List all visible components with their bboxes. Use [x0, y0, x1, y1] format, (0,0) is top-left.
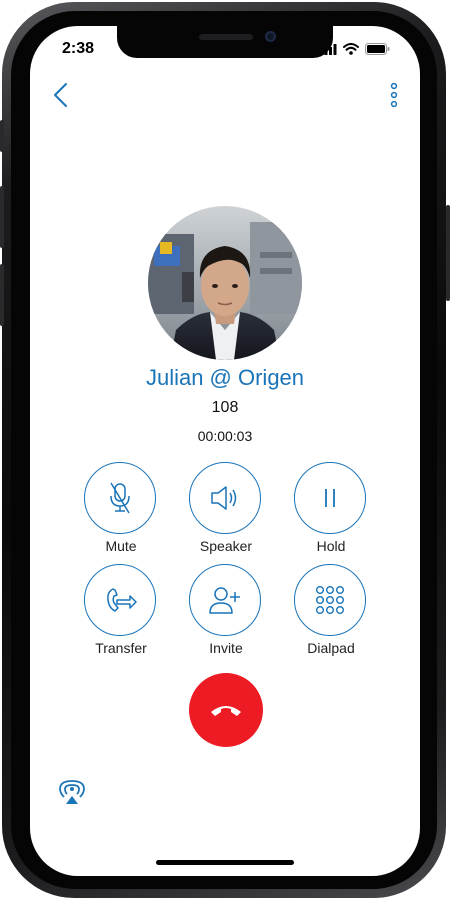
- dialpad-button-circle: [294, 564, 366, 636]
- pause-icon: [325, 489, 335, 507]
- power-button: [446, 205, 450, 301]
- mute-button-circle: [84, 462, 156, 534]
- speaker-button[interactable]: Speaker: [174, 462, 278, 562]
- front-camera: [265, 31, 276, 42]
- transfer-button[interactable]: Transfer: [69, 564, 173, 664]
- mic-off-icon: [110, 482, 130, 514]
- dialpad-icon: [316, 586, 345, 615]
- notch: [117, 26, 333, 58]
- mute-switch: [0, 120, 4, 152]
- battery-icon: [365, 43, 390, 55]
- transfer-label: Transfer: [95, 640, 147, 656]
- caller-extension: 108: [211, 399, 239, 416]
- signal-icon: [320, 43, 337, 55]
- wifi-icon: [343, 43, 359, 55]
- more-options-button[interactable]: [386, 82, 402, 108]
- back-button[interactable]: [48, 80, 76, 110]
- home-indicator[interactable]: [156, 860, 294, 865]
- end-call-button[interactable]: [189, 673, 263, 747]
- status-icons: [320, 43, 390, 55]
- airplay-icon: [59, 780, 85, 804]
- invite-button-circle: [189, 564, 261, 636]
- speaker-button-circle: [189, 462, 261, 534]
- add-person-icon: [209, 587, 240, 614]
- mute-label: Mute: [105, 538, 137, 554]
- speaker-label: Speaker: [199, 538, 253, 554]
- dialpad-label: Dialpad: [307, 640, 355, 656]
- transfer-icon: [107, 588, 137, 612]
- hold-button[interactable]: Hold: [279, 462, 383, 562]
- status-time: 2:38: [62, 40, 95, 57]
- speaker-icon: [211, 486, 237, 510]
- airplay-button[interactable]: [58, 778, 86, 806]
- invite-label: Invite: [209, 640, 243, 656]
- dialpad-button[interactable]: Dialpad: [279, 564, 383, 664]
- caller-avatar: [148, 206, 302, 360]
- transfer-button-circle: [84, 564, 156, 636]
- call-screen: 2:38 Julian @ Origen 108 00:00:03 Mute S…: [30, 26, 420, 876]
- hold-label: Hold: [316, 538, 346, 554]
- mute-button[interactable]: Mute: [69, 462, 173, 562]
- volume-up-button: [0, 186, 4, 248]
- more-vertical-icon: [390, 82, 398, 108]
- hold-button-circle: [294, 462, 366, 534]
- call-duration: 00:00:03: [197, 428, 253, 444]
- chevron-left-icon: [54, 83, 67, 107]
- invite-button[interactable]: Invite: [174, 564, 278, 664]
- caller-name: Julian @ Origen: [145, 365, 305, 390]
- hangup-icon: [211, 706, 241, 716]
- earpiece-speaker: [199, 34, 253, 40]
- volume-down-button: [0, 264, 4, 326]
